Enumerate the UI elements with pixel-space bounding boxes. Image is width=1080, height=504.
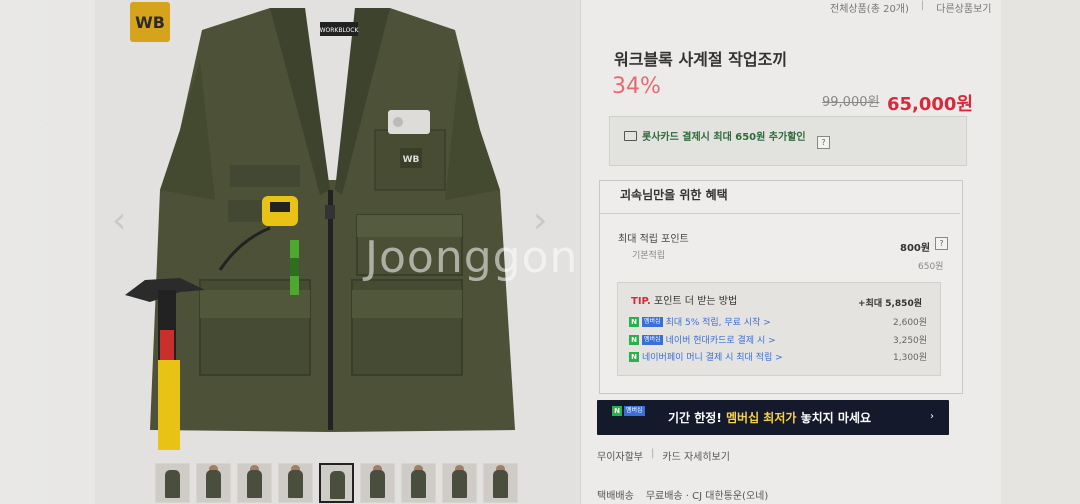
thumbnail-5-active[interactable] [319, 463, 354, 503]
thumbnail-4[interactable] [278, 463, 313, 503]
delivery-label: 택배배송 [597, 491, 634, 502]
thumbnail-strip [155, 463, 518, 503]
tip-heading-text: 포인트 더 받는 방법 [654, 296, 738, 307]
all-products-link[interactable]: 전체상품(총 20개) [830, 0, 909, 15]
original-price: 99,000원 [822, 95, 880, 110]
banner-badges: N 멤버십 [612, 406, 645, 416]
tip-row-text: 최대 5% 적립, 무료 시작 > [665, 318, 771, 328]
banner-text-after: 놓치지 마세요 [796, 411, 872, 425]
thumbnail-figure [206, 470, 221, 498]
thumbnail-figure [493, 470, 508, 498]
no-interest-link[interactable]: 무이자할부 [597, 448, 643, 463]
card-promo-box: 롯사카드 결제시 최대 650원 추가할인 [609, 116, 967, 166]
thumbnail-9[interactable] [483, 463, 518, 503]
tip-row-naverpay[interactable]: N 네이버페이 머니 결제 시 최대 적립 > 1,300원 [629, 350, 927, 363]
thumbnail-figure [330, 471, 345, 499]
naver-n-icon: N [629, 351, 639, 362]
credit-card-icon [624, 131, 637, 141]
base-points-label: 기본적립 [632, 251, 666, 261]
max-points-value: 800원 [900, 243, 931, 254]
thumbnail-2[interactable] [196, 463, 231, 503]
naver-n-icon: N [629, 334, 639, 345]
tip-row-value: 2,600원 [893, 318, 928, 328]
points-help-icon[interactable]: ? [935, 237, 948, 250]
membership-badge: 멤버십 [624, 406, 645, 416]
delivery-detail: 무료배송 · CJ 대한통운(오네) [645, 491, 769, 502]
tip-row-hyundai-card[interactable]: N 멤버십 네이버 현대카드로 결제 시 > 3,250원 [629, 333, 927, 346]
card-promo-help-icon[interactable]: ? [817, 136, 830, 149]
next-image-arrow-icon[interactable]: › [533, 200, 547, 241]
thumbnail-3[interactable] [237, 463, 272, 503]
max-points-label: 최대 적립 포인트 [618, 234, 689, 245]
payment-links: 무이자할부 | 카드 자세히보기 [597, 448, 730, 463]
discount-rate: 34% [612, 74, 661, 99]
chest-badge-text: WORKBLOCK [320, 27, 360, 34]
tip-row-value: 1,300원 [893, 353, 928, 363]
membership-badge: 멤버십 [642, 316, 663, 327]
tip-row-text: 네이버 현대카드로 결제 시 > [665, 336, 776, 346]
other-products-link[interactable]: 다른상품보기 [936, 0, 991, 15]
tip-heading: TIP. 포인트 더 받는 방법 [631, 292, 737, 307]
thumbnail-figure [247, 470, 262, 498]
chest-logo-text: WB [403, 155, 420, 165]
separator: | [651, 448, 655, 459]
membership-badge: 멤버십 [642, 334, 663, 345]
banner-text: 기간 한정! 멤버십 최저가 놓치지 마세요 [668, 409, 871, 426]
banner-text-highlight: 멤버십 최저가 [721, 411, 797, 425]
thumbnail-figure [288, 470, 303, 498]
thumbnail-7[interactable] [401, 463, 436, 503]
thumbnail-1[interactable] [155, 463, 190, 503]
benefits-title: 괴속님만을 위한 혜택 [620, 188, 728, 202]
tip-row-text: 네이버페이 머니 결제 시 최대 적립 > [642, 353, 783, 363]
tip-row-value: 3,250원 [893, 336, 928, 346]
vest-illustration: WORKBLOCK WB [125, 8, 515, 450]
delivery-info: 택배배송 무료배송 · CJ 대한통운(오네) [597, 487, 768, 502]
naver-n-icon: N [629, 316, 639, 327]
benefits-divider [600, 213, 960, 214]
thumbnail-8[interactable] [442, 463, 477, 503]
card-detail-link[interactable]: 카드 자세히보기 [662, 448, 730, 463]
naver-n-icon: N [612, 406, 622, 416]
product-main-image[interactable]: WORKBLOCK WB [120, 0, 540, 450]
thumbnail-figure [452, 470, 467, 498]
product-title: 워크블록 사계절 작업조끼 [614, 50, 788, 69]
separator: | [920, 0, 925, 11]
tip-total: +최대 5,850원 [858, 299, 922, 309]
thumbnail-figure [411, 470, 426, 498]
base-points-value: 650원 [918, 262, 944, 272]
thumbnail-figure [370, 470, 385, 498]
sale-price: 65,000원 [887, 94, 974, 115]
tip-row-membership[interactable]: N 멤버십 최대 5% 적립, 무료 시작 > 2,600원 [629, 315, 927, 328]
prev-image-arrow-icon[interactable]: ‹ [112, 200, 126, 241]
thumbnail-6[interactable] [360, 463, 395, 503]
banner-text-before: 기간 한정! [668, 411, 722, 425]
banner-arrow-icon[interactable]: › [930, 411, 934, 422]
thumbnail-figure [165, 470, 180, 498]
card-promo-text: 롯사카드 결제시 최대 650원 추가할인 [642, 132, 806, 143]
tip-label: TIP. [631, 296, 651, 307]
top-links: 전체상품(총 20개) | 다른상품보기 [830, 0, 991, 15]
